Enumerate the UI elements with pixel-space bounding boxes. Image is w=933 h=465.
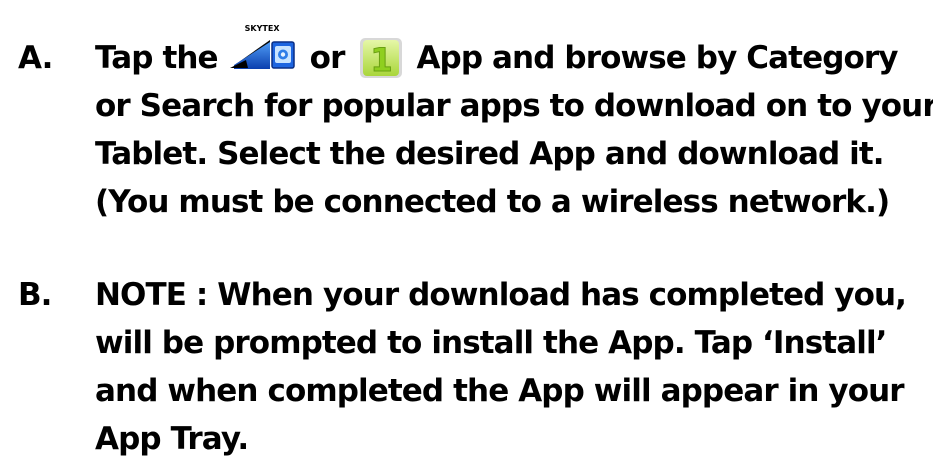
item-marker-a: A. <box>18 40 53 76</box>
one-market-app-icon[interactable]: 1 <box>358 36 404 80</box>
skytex-app-store-icon[interactable]: SKYTEX <box>229 24 300 70</box>
instruction-a-tap-the: Tap the <box>95 40 219 76</box>
instruction-a-line-4: (You must be connected to a wireless net… <box>95 184 890 220</box>
instruction-b-line-3: and when completed the App will appear i… <box>95 373 905 409</box>
skytex-icon-label: SKYTEX <box>243 24 281 33</box>
instruction-a-line-3: Tablet. Select the desired App and downl… <box>95 136 885 172</box>
instruction-b-line-2: will be prompted to install the App. Tap… <box>95 325 887 361</box>
one-icon-graphic: 1 <box>360 38 403 80</box>
instruction-text-b: NOTE : When your download has completed … <box>95 273 907 465</box>
instruction-a-line-2: or Search for popular apps to download o… <box>95 88 933 124</box>
instruction-a-or: or <box>309 40 346 76</box>
item-marker-b: B. <box>18 277 52 313</box>
skytex-icon-graphic <box>229 40 295 69</box>
one-icon-glyph: 1 <box>371 41 392 79</box>
instruction-a-line-1: Tap the SKYTEX or 1 App and browse by Ca… <box>95 24 933 84</box>
instruction-text-a: Tap the SKYTEX or 1 App and browse by Ca… <box>95 24 933 228</box>
instruction-b-line-1: NOTE : When your download has completed … <box>95 277 907 313</box>
instruction-a-browse: App and browse by Category <box>416 40 898 76</box>
instruction-b-line-4: App Tray. <box>95 421 249 457</box>
